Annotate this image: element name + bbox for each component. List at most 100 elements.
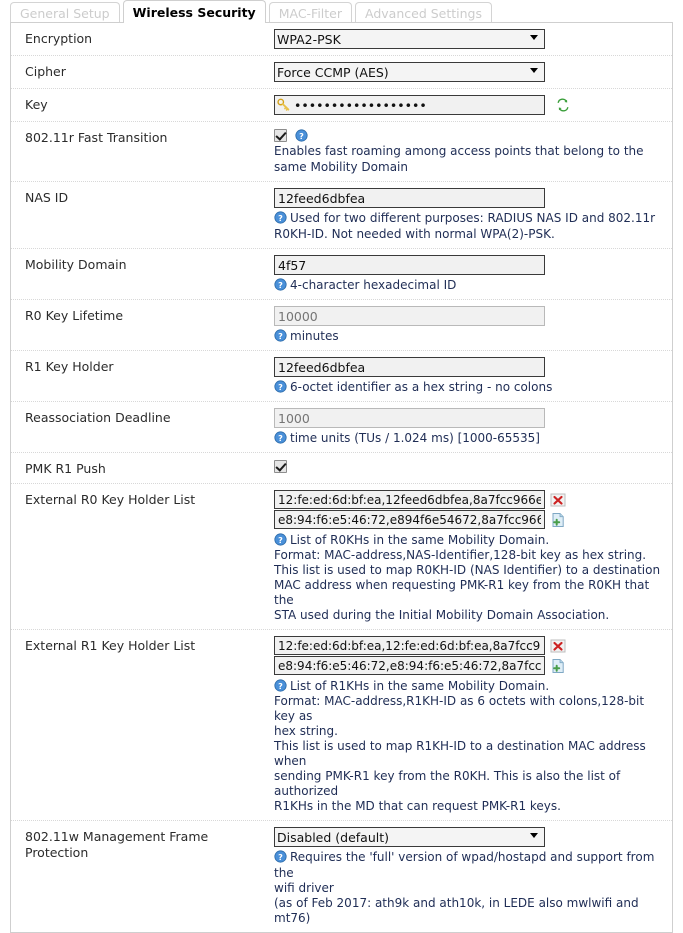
label-fast-transition: 802.11r Fast Transition	[25, 130, 168, 145]
mfp-select[interactable]: Disabled (default)	[274, 827, 545, 847]
external-r1-help-line-1: List of R1KHs in the same Mobility Domai…	[290, 679, 550, 693]
help-icon: ?	[274, 679, 287, 692]
list-item	[274, 656, 664, 676]
r0-key-lifetime-help: minutes	[290, 329, 339, 343]
external-r1-help-line-3: hex string.	[274, 724, 338, 738]
label-cipher: Cipher	[25, 64, 66, 79]
help-icon: ?	[274, 278, 287, 291]
label-external-r1-key-holder-list: External R1 Key Holder List	[25, 638, 196, 653]
r1-key-holder-help-wrapper: ? 6-octet identifier as a hex string - n…	[274, 379, 664, 395]
tab-wireless-security[interactable]: Wireless Security	[122, 0, 266, 23]
add-icon[interactable]	[550, 658, 566, 674]
external-r0-help-line-4: MAC address when requesting PMK-R1 key f…	[274, 578, 650, 607]
external-r0-help-line-3: This list is used to map R0KH-ID (NAS Id…	[274, 563, 661, 577]
r0-key-lifetime-help-wrapper: ? minutes	[274, 328, 664, 344]
row-encryption: Encryption WPA2-PSK	[11, 23, 672, 56]
svg-text:?: ?	[278, 382, 283, 392]
list-item	[274, 636, 664, 656]
external-r1-help-wrapper: ? List of R1KHs in the same Mobility Dom…	[274, 678, 664, 814]
tab-advanced-settings[interactable]: Advanced Settings	[355, 2, 493, 23]
reveal-password-icon[interactable]	[556, 98, 570, 112]
external-r1-help-line-2: Format: MAC-address,R1KH-ID as 6 octets …	[274, 694, 645, 723]
field-fast-transition: ? Enables fast roaming among access poin…	[274, 128, 672, 175]
label-mfp: 802.11w Management Frame Protection	[25, 829, 209, 860]
help-icon: ?	[274, 431, 287, 444]
label-nas-id: NAS ID	[25, 190, 69, 205]
field-reassociation-deadline: ? time units (TUs / 1.024 ms) [1000-6553…	[274, 408, 672, 446]
label-external-r0-key-holder-list: External R0 Key Holder List	[25, 492, 196, 507]
help-icon: ?	[274, 329, 287, 342]
label-r0-key-lifetime: R0 Key Lifetime	[25, 308, 124, 323]
label-reassociation-deadline: Reassociation Deadline	[25, 410, 171, 425]
r1-key-holder-input[interactable]	[274, 357, 545, 377]
tab-mac-filter[interactable]: MAC-Filter	[268, 2, 353, 23]
remove-icon[interactable]	[550, 492, 566, 508]
row-r0-key-lifetime: R0 Key Lifetime ? minutes	[11, 300, 672, 351]
row-nas-id: NAS ID ? Used for two different purposes…	[11, 182, 672, 249]
external-r0-input-2[interactable]	[274, 510, 545, 529]
cipher-select[interactable]: Force CCMP (AES)	[274, 62, 545, 82]
row-r1-key-holder: R1 Key Holder ? 6-octet identifier as a …	[11, 351, 672, 402]
nas-id-input[interactable]	[274, 188, 545, 208]
field-mfp: Disabled (default) ? Requires the 'full'…	[274, 827, 672, 926]
tab-bar: General Setup Wireless Security MAC-Filt…	[0, 0, 683, 23]
r1-key-holder-help: 6-octet identifier as a hex string - no …	[290, 380, 553, 394]
help-icon: ?	[274, 850, 287, 863]
r0-key-lifetime-input[interactable]	[274, 306, 545, 326]
field-external-r1-key-holder-list: ? List of R1KHs in the same Mobility Dom…	[274, 636, 672, 814]
row-cipher: Cipher Force CCMP (AES)	[11, 56, 672, 89]
list-item	[274, 510, 664, 530]
row-pmk-r1-push: PMK R1 Push	[11, 453, 672, 484]
help-icon: ?	[274, 211, 287, 224]
external-r0-input-1[interactable]	[274, 490, 545, 509]
field-encryption: WPA2-PSK	[274, 29, 672, 49]
svg-text:?: ?	[278, 535, 283, 545]
pmk-r1-push-checkbox[interactable]	[274, 460, 287, 473]
svg-text:?: ?	[278, 852, 283, 862]
field-r1-key-holder: ? 6-octet identifier as a hex string - n…	[274, 357, 672, 395]
label-key: Key	[25, 97, 48, 112]
svg-text:?: ?	[299, 131, 304, 141]
reassociation-deadline-input[interactable]	[274, 408, 545, 428]
nas-id-help: Used for two different purposes: RADIUS …	[274, 211, 656, 241]
field-r0-key-lifetime: ? minutes	[274, 306, 672, 344]
field-mobility-domain: ? 4-character hexadecimal ID	[274, 255, 672, 293]
external-r1-help-line-6: R1KHs in the MD that can request PMK-R1 …	[274, 799, 561, 813]
label-r1-key-holder: R1 Key Holder	[25, 359, 114, 374]
external-r1-help-line-5: sending PMK-R1 key from the R0KH. This i…	[274, 769, 621, 798]
row-external-r0-key-holder-list: External R0 Key Holder List 12:fe:ed:6d:…	[11, 484, 672, 630]
field-key	[274, 95, 672, 115]
row-key: Key	[11, 89, 672, 122]
external-r0-help-line-2: Format: MAC-address,NAS-Identifier,128-b…	[274, 548, 647, 562]
external-r0-help-line-1: List of R0KHs in the same Mobility Domai…	[290, 533, 550, 547]
tab-general-setup[interactable]: General Setup	[10, 2, 120, 23]
row-mfp: 802.11w Management Frame Protection Disa…	[11, 821, 672, 932]
mobility-domain-input[interactable]	[274, 255, 545, 275]
label-encryption: Encryption	[25, 31, 93, 46]
fast-transition-checkbox[interactable]	[274, 129, 287, 142]
row-fast-transition: 802.11r Fast Transition ? Enables fast r…	[11, 122, 672, 182]
field-pmk-r1-push	[274, 459, 672, 474]
help-icon: ?	[295, 129, 308, 142]
mfp-help-line-3: (as of Feb 2017: ath9k and ath10k, in LE…	[274, 896, 639, 925]
mfp-help-wrapper: ? Requires the 'full' version of wpad/ho…	[274, 849, 664, 926]
remove-icon[interactable]	[550, 638, 566, 654]
external-r1-help-line-4: This list is used to map R1KH-ID to a de…	[274, 739, 646, 768]
list-item	[274, 490, 664, 510]
row-reassociation-deadline: Reassociation Deadline ? time units (TUs…	[11, 402, 672, 453]
mobility-domain-help-wrapper: ? 4-character hexadecimal ID	[274, 277, 664, 293]
help-icon: ?	[274, 533, 287, 546]
svg-text:?: ?	[278, 213, 283, 223]
svg-text:?: ?	[278, 433, 283, 443]
key-input[interactable]	[274, 95, 545, 115]
encryption-select[interactable]: WPA2-PSK	[274, 29, 545, 49]
label-mobility-domain: Mobility Domain	[25, 257, 127, 272]
external-r1-input-2[interactable]	[274, 656, 545, 675]
label-pmk-r1-push: PMK R1 Push	[25, 461, 106, 476]
reassociation-deadline-help-wrapper: ? time units (TUs / 1.024 ms) [1000-6553…	[274, 430, 664, 446]
field-nas-id: ? Used for two different purposes: RADIU…	[274, 188, 672, 242]
mobility-domain-help: 4-character hexadecimal ID	[290, 278, 457, 292]
add-icon[interactable]	[550, 512, 566, 528]
field-external-r0-key-holder-list: ? List of R0KHs in the same Mobility Dom…	[274, 490, 672, 623]
external-r1-input-1[interactable]	[274, 636, 545, 655]
